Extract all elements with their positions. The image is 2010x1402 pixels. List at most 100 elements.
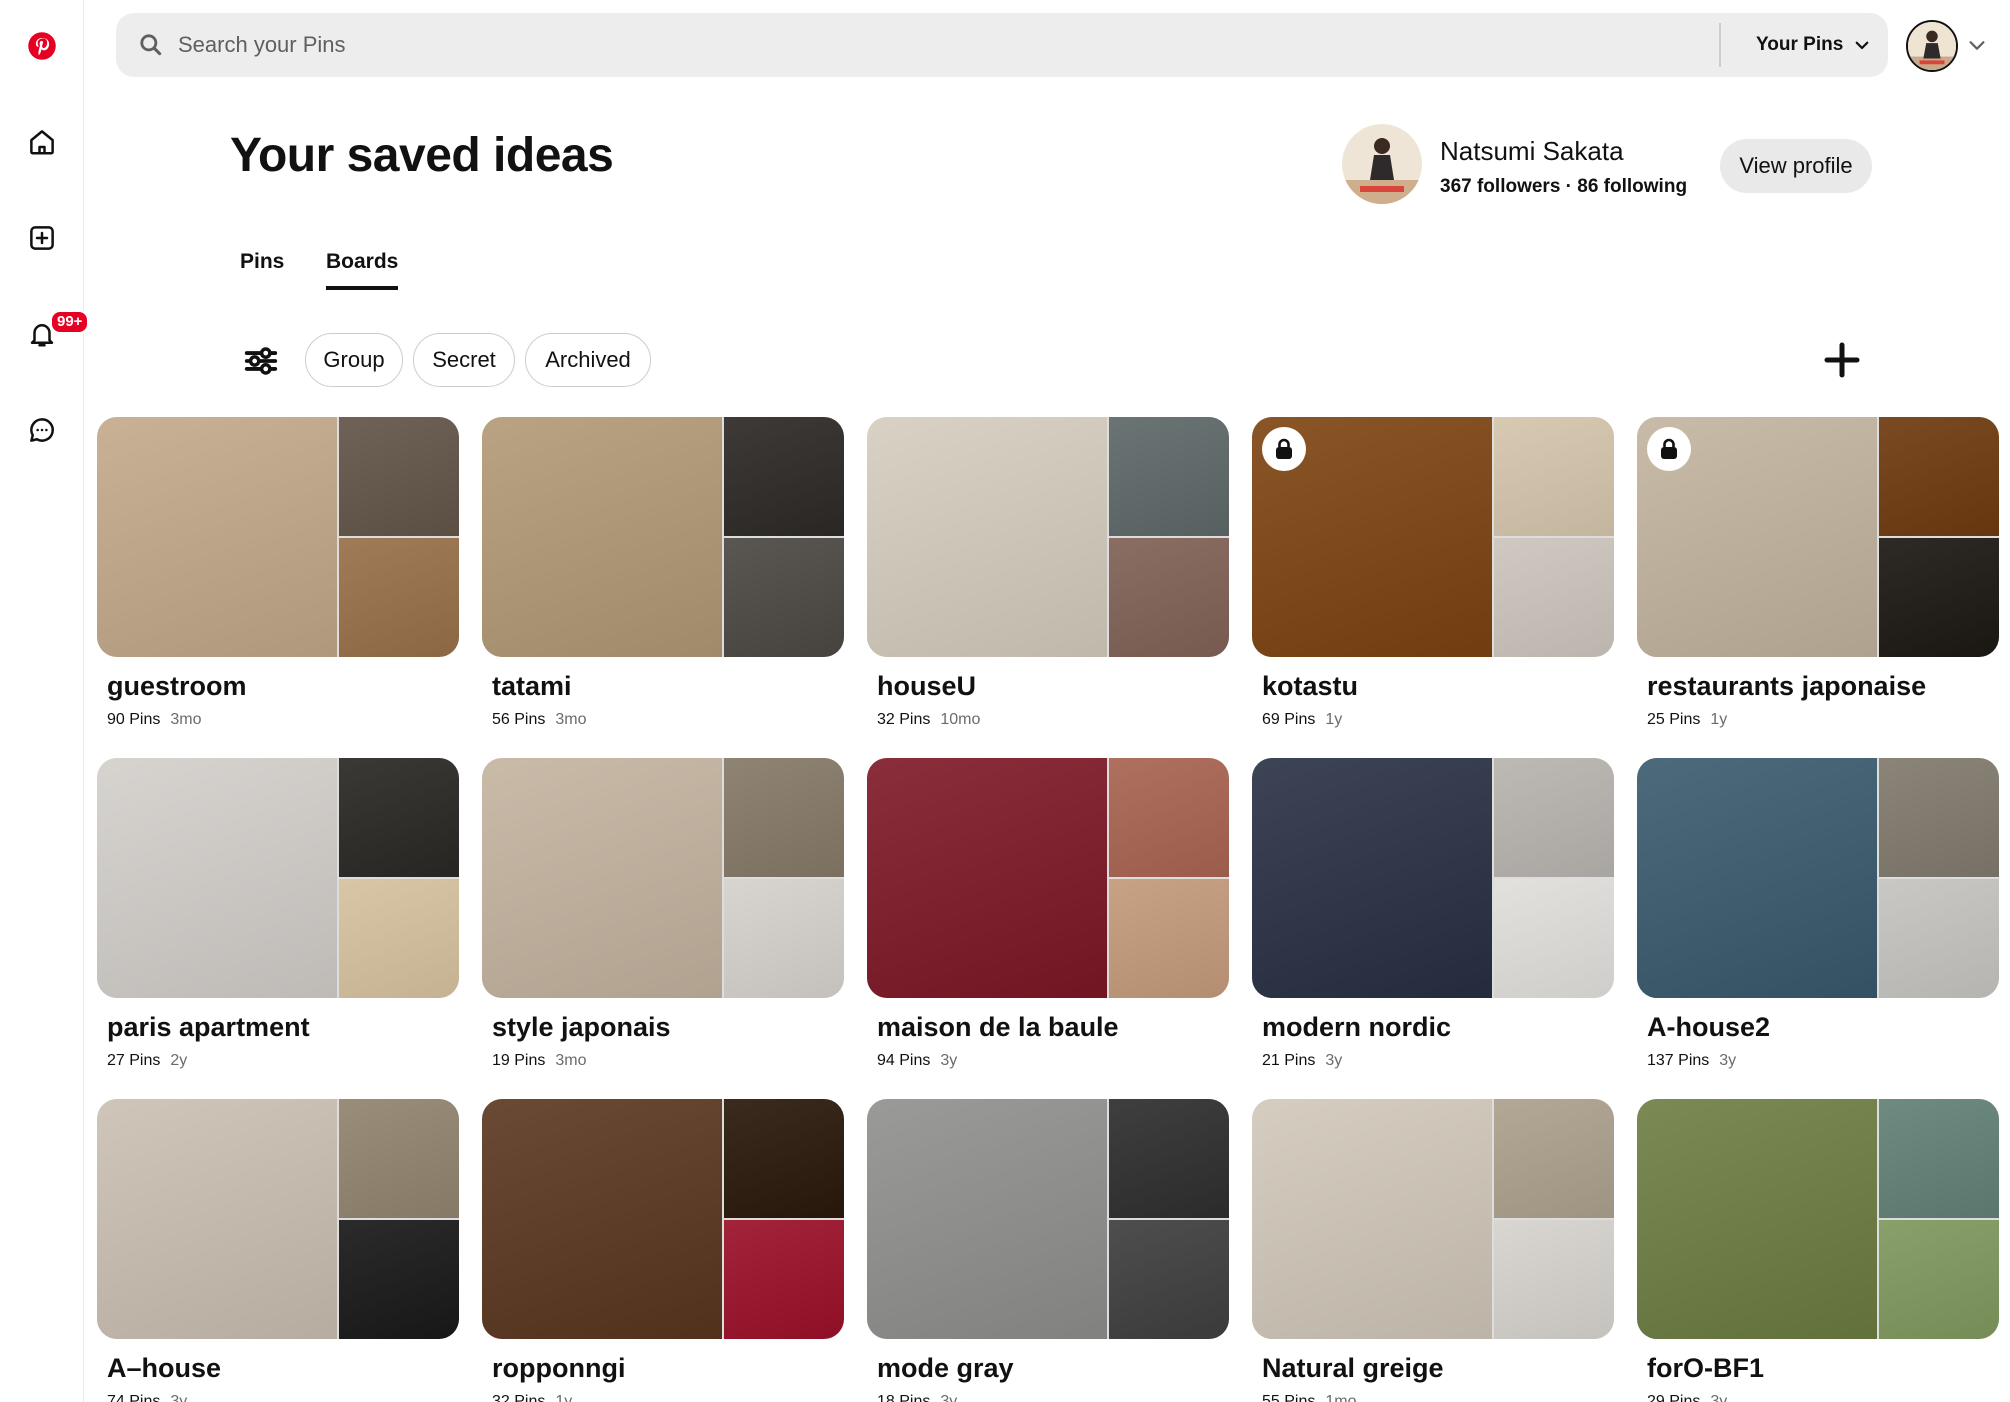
home-icon[interactable] — [14, 114, 70, 170]
board-age: 3y — [940, 1052, 958, 1069]
search-scope-dropdown[interactable]: Your Pins — [1756, 13, 1871, 77]
lock-icon — [1647, 427, 1691, 471]
board-pin-count: 32 Pins — [877, 711, 931, 728]
board-pin-count: 94 Pins — [877, 1052, 931, 1069]
board-card[interactable]: mode gray 18 Pins 3y — [867, 1099, 1229, 1402]
board-name[interactable]: style japonais — [492, 1012, 671, 1043]
board-card[interactable]: ropponngi 32 Pins 1y — [482, 1099, 844, 1402]
board-cover-thumb-bottom — [1109, 879, 1229, 998]
board-pin-count: 56 Pins — [492, 711, 546, 728]
board-cover-thumb-top — [1494, 1099, 1614, 1218]
pinterest-logo-icon[interactable] — [14, 18, 70, 74]
board-age: 3y — [1719, 1052, 1737, 1069]
board-name[interactable]: paris apartment — [107, 1012, 310, 1043]
board-card[interactable]: forO-BF1 29 Pins 3y — [1637, 1099, 1999, 1402]
profile-name[interactable]: Natsumi Sakata — [1440, 136, 1624, 167]
board-pin-count: 74 Pins — [107, 1393, 161, 1402]
board-name[interactable]: kotastu — [1262, 671, 1358, 702]
board-cover[interactable] — [1252, 417, 1614, 657]
board-card[interactable]: kotastu 69 Pins 1y — [1252, 417, 1614, 747]
board-name[interactable]: Natural greige — [1262, 1353, 1444, 1384]
board-name[interactable]: ropponngi — [492, 1353, 625, 1384]
board-card[interactable]: A-house2 137 Pins 3y — [1637, 758, 1999, 1088]
board-age: 3mo — [555, 1052, 587, 1069]
board-cover-thumb-bottom — [339, 879, 459, 998]
board-card[interactable]: paris apartment 27 Pins 2y — [97, 758, 459, 1088]
board-name[interactable]: houseU — [877, 671, 976, 702]
board-cover-thumb-bottom — [1494, 879, 1614, 998]
board-cover[interactable] — [97, 417, 459, 657]
board-cover-thumb-top — [339, 417, 459, 536]
board-name[interactable]: mode gray — [877, 1353, 1014, 1384]
lock-icon — [1262, 427, 1306, 471]
board-name[interactable]: forO-BF1 — [1647, 1353, 1764, 1384]
account-menu-chevron-icon[interactable] — [1966, 34, 1988, 56]
create-icon[interactable] — [14, 210, 70, 266]
board-name[interactable]: tatami — [492, 671, 572, 702]
board-cover[interactable] — [97, 1099, 459, 1339]
board-name[interactable]: maison de la baule — [877, 1012, 1119, 1043]
account-avatar[interactable] — [1906, 20, 1958, 72]
board-cover-thumb-bottom — [339, 538, 459, 657]
board-cover[interactable] — [97, 758, 459, 998]
board-pin-count: 137 Pins — [1647, 1052, 1710, 1069]
board-name[interactable]: guestroom — [107, 671, 247, 702]
board-meta: 56 Pins 3mo — [492, 711, 587, 729]
board-cover[interactable] — [1637, 1099, 1999, 1339]
board-name[interactable]: A–house — [107, 1353, 221, 1384]
board-cover[interactable] — [1252, 1099, 1614, 1339]
board-cover-main-image — [482, 417, 722, 657]
filter-secret-chip[interactable]: Secret — [413, 333, 515, 387]
board-card[interactable]: A–house 74 Pins 3y — [97, 1099, 459, 1402]
filter-archived-chip[interactable]: Archived — [525, 333, 651, 387]
board-name[interactable]: modern nordic — [1262, 1012, 1451, 1043]
messages-icon[interactable] — [14, 402, 70, 458]
board-card[interactable]: style japonais 19 Pins 3mo — [482, 758, 844, 1088]
board-age: 10mo — [940, 711, 981, 728]
board-cover-thumb-bottom — [1494, 538, 1614, 657]
search-scope-label: Your Pins — [1756, 34, 1844, 55]
profile-avatar[interactable] — [1342, 124, 1422, 204]
create-board-plus-icon[interactable] — [1822, 340, 1862, 380]
tab-pins[interactable]: Pins — [240, 250, 284, 286]
board-cover[interactable] — [1637, 417, 1999, 657]
board-cover-thumb-top — [339, 758, 459, 877]
filter-options-icon[interactable] — [242, 342, 280, 380]
board-cover[interactable] — [482, 758, 844, 998]
board-name[interactable]: A-house2 — [1647, 1012, 1770, 1043]
search-input[interactable] — [178, 32, 1678, 58]
board-card[interactable]: maison de la baule 94 Pins 3y — [867, 758, 1229, 1088]
board-cover-thumb-top — [1109, 1099, 1229, 1218]
board-cover[interactable] — [867, 417, 1229, 657]
board-cover[interactable] — [1637, 758, 1999, 998]
board-meta: 21 Pins 3y — [1262, 1052, 1342, 1070]
board-cover-main-image — [1252, 758, 1492, 998]
board-cover-thumb-bottom — [1879, 1220, 1999, 1339]
board-pin-count: 69 Pins — [1262, 711, 1316, 728]
board-cover-thumb-top — [1109, 758, 1229, 877]
board-card[interactable]: guestroom 90 Pins 3mo — [97, 417, 459, 747]
board-name[interactable]: restaurants japonaise — [1647, 671, 1926, 702]
board-card[interactable]: houseU 32 Pins 10mo — [867, 417, 1229, 747]
board-cover[interactable] — [867, 758, 1229, 998]
board-cover-main-image — [1637, 1099, 1877, 1339]
board-cover[interactable] — [482, 417, 844, 657]
filter-group-chip[interactable]: Group — [305, 333, 403, 387]
profile-stats[interactable]: 367 followers · 86 following — [1440, 176, 1687, 198]
board-card[interactable]: modern nordic 21 Pins 3y — [1252, 758, 1614, 1088]
board-cover-main-image — [1637, 758, 1877, 998]
view-profile-button[interactable]: View profile — [1720, 139, 1872, 193]
board-cover[interactable] — [1252, 758, 1614, 998]
tab-boards[interactable]: Boards — [326, 250, 399, 290]
board-card[interactable]: tatami 56 Pins 3mo — [482, 417, 844, 747]
board-age: 1y — [555, 1393, 573, 1402]
notifications-icon[interactable]: 99+ — [14, 306, 90, 362]
board-age: 1y — [1710, 711, 1728, 728]
board-meta: 94 Pins 3y — [877, 1052, 957, 1070]
board-pin-count: 27 Pins — [107, 1052, 161, 1069]
board-card[interactable]: restaurants japonaise 25 Pins 1y — [1637, 417, 1999, 747]
board-cover[interactable] — [867, 1099, 1229, 1339]
board-card[interactable]: Natural greige 55 Pins 1mo — [1252, 1099, 1614, 1402]
board-cover[interactable] — [482, 1099, 844, 1339]
notifications-badge: 99+ — [50, 310, 90, 334]
